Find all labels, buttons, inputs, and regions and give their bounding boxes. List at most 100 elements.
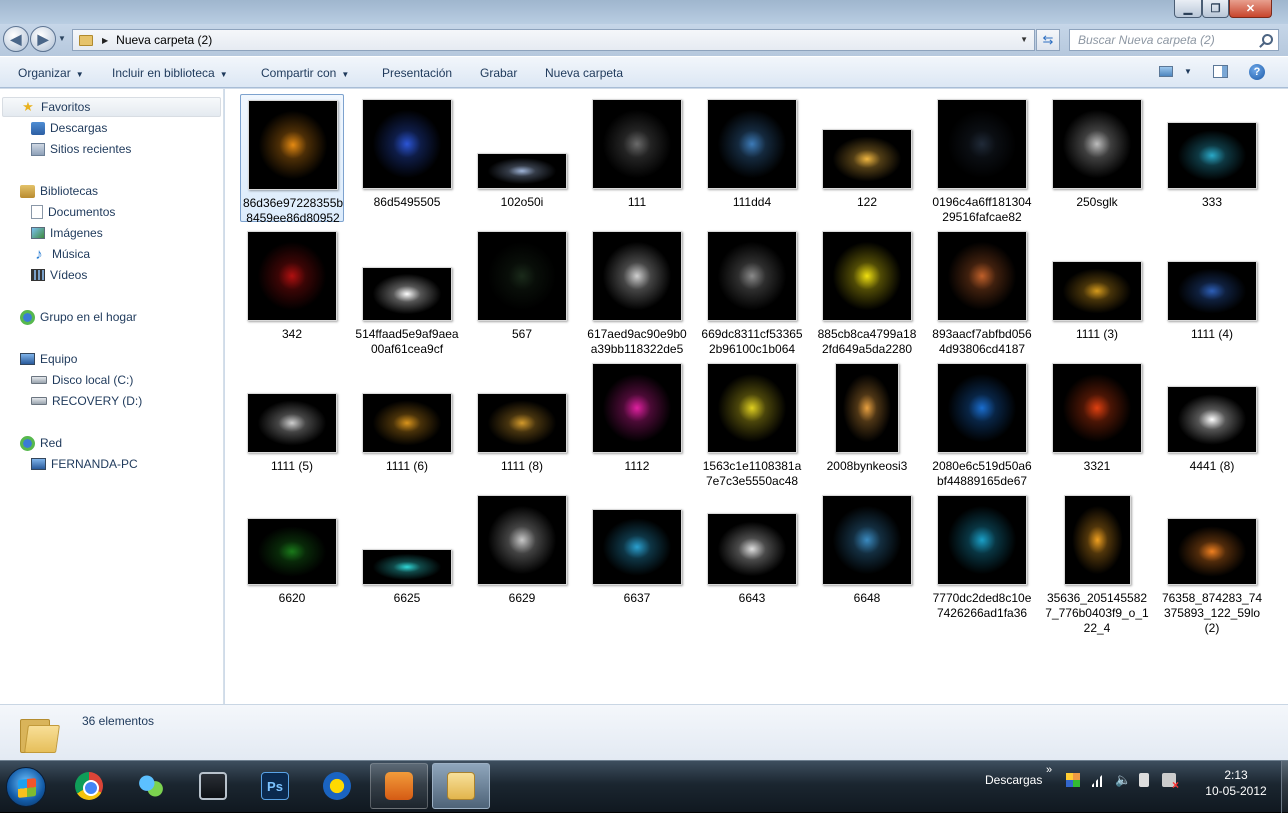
file-item[interactable]: 6620	[240, 490, 344, 618]
file-item[interactable]: 250sglk	[1045, 94, 1149, 222]
file-item[interactable]: 111	[585, 94, 689, 222]
network-disconnected-icon[interactable]	[1162, 773, 1179, 792]
thumbnail-image	[593, 232, 681, 320]
chevron-down-icon: ▼	[341, 70, 350, 79]
file-item[interactable]: 1111 (4)	[1160, 226, 1264, 354]
recent-pages-dropdown[interactable]: ▼	[58, 34, 66, 43]
file-item[interactable]: 885cb8ca4799a182fd649a5da2280	[815, 226, 919, 356]
file-item[interactable]: 1112	[585, 358, 689, 486]
file-item[interactable]: 1111 (3)	[1045, 226, 1149, 354]
file-item[interactable]: 333	[1160, 94, 1264, 222]
maximize-button[interactable]: ❐	[1202, 0, 1229, 18]
speaker-icon[interactable]: 🔈	[1115, 773, 1131, 787]
file-name: 1563c1e1108381a7e7c3e5550ac48	[702, 459, 802, 488]
minimize-button[interactable]: ▁	[1174, 0, 1202, 18]
new-folder-button[interactable]: Nueva carpeta	[545, 66, 623, 80]
file-item[interactable]: 6625	[355, 490, 459, 618]
file-item[interactable]: 7770dc2ded8c10e7426266ad1fa36	[930, 490, 1034, 620]
sidebar-item-recovery[interactable]: RECOVERY (D:)	[31, 391, 142, 411]
refresh-button[interactable]: ⇆	[1036, 29, 1060, 51]
usb-device-icon[interactable]	[1139, 773, 1149, 787]
help-icon[interactable]: ?	[1249, 64, 1265, 80]
refresh-icon: ⇆	[1042, 32, 1054, 47]
file-item[interactable]: 342	[240, 226, 344, 354]
sidebar-item-images[interactable]: Imágenes	[31, 223, 103, 243]
back-button[interactable]: ◀	[3, 26, 29, 52]
taskbar-avira[interactable]	[308, 763, 366, 809]
file-item[interactable]: 514ffaad5e9af9aea00af61cea9cf	[355, 226, 459, 356]
tray-downloads-label[interactable]: Descargas	[985, 773, 1042, 787]
organize-button[interactable]: Organizar ▼	[18, 66, 84, 80]
thumbnail-image	[708, 364, 796, 452]
file-item[interactable]: 76358_874283_74375893_122_59lo (2)	[1160, 490, 1264, 635]
organize-label: Organizar	[18, 66, 71, 80]
file-item[interactable]: 122	[815, 94, 919, 222]
file-item[interactable]: 2008bynkeosi3	[815, 358, 919, 486]
file-thumbnail	[822, 129, 912, 189]
system-clock[interactable]: 2:13 10-05-2012	[1196, 767, 1276, 799]
libraries-icon	[20, 184, 35, 198]
include-library-button[interactable]: Incluir en biblioteca ▼	[112, 66, 228, 80]
file-item[interactable]: 86d5495505	[355, 94, 459, 222]
taskbar-resource-monitor[interactable]	[184, 763, 242, 809]
file-item[interactable]: 6643	[700, 490, 804, 618]
address-bar[interactable]: ▶ Nueva carpeta (2) ▼	[72, 29, 1035, 51]
file-item[interactable]: 567	[470, 226, 574, 354]
show-desktop-button[interactable]	[1281, 761, 1288, 813]
file-item[interactable]: 35636_2051455827_776b0403f9_o_122_4	[1045, 490, 1149, 635]
file-item[interactable]: 2080e6c519d50a6bf44889165de67	[930, 358, 1034, 488]
file-name: 1111 (5)	[270, 459, 314, 473]
sidebar-item-local-disk[interactable]: Disco local (C:)	[31, 370, 133, 390]
file-item[interactable]: 1111 (5)	[240, 358, 344, 486]
file-item[interactable]: 6648	[815, 490, 919, 618]
color-flag-icon[interactable]	[1066, 773, 1080, 787]
file-item[interactable]: 6637	[585, 490, 689, 618]
preview-pane-icon[interactable]	[1213, 65, 1228, 78]
sidebar-item-network[interactable]: Red	[20, 433, 62, 453]
burn-button[interactable]: Grabar	[480, 66, 517, 80]
breadcrumb-arrow-icon[interactable]: ▶	[102, 36, 108, 45]
file-item[interactable]: 111dd4	[700, 94, 804, 222]
start-button[interactable]	[6, 767, 46, 807]
view-options-dropdown-icon[interactable]: ▼	[1184, 67, 1192, 76]
file-item[interactable]: 1111 (6)	[355, 358, 459, 486]
file-item[interactable]: 86d36e97228355b8459ee86d80952	[240, 94, 344, 225]
taskbar-explorer[interactable]	[432, 763, 490, 809]
sidebar-item-favorites[interactable]: ★ Favoritos	[2, 97, 221, 117]
sidebar-item-downloads[interactable]: Descargas	[31, 118, 107, 138]
taskbar-messenger[interactable]	[122, 763, 180, 809]
file-item[interactable]: 102o50i	[470, 94, 574, 222]
sidebar-item-computer[interactable]: Equipo	[20, 349, 77, 369]
sidebar-item-documents[interactable]: Documentos	[31, 202, 115, 222]
file-item[interactable]: 669dc8311cf533652b96100c1b064	[700, 226, 804, 356]
sidebar-item-homegroup[interactable]: Grupo en el hogar	[20, 307, 137, 327]
sidebar-item-videos[interactable]: Vídeos	[31, 265, 87, 285]
file-item[interactable]: 4441 (8)	[1160, 358, 1264, 486]
sidebar-item-recent[interactable]: Sitios recientes	[31, 139, 131, 159]
search-input[interactable]: Buscar Nueva carpeta (2)	[1069, 29, 1279, 51]
address-dropdown-icon[interactable]: ▼	[1020, 35, 1028, 44]
taskbar-chrome[interactable]	[60, 763, 118, 809]
taskbar-photoshop[interactable]: Ps	[246, 763, 304, 809]
file-item[interactable]: 0196c4a6ff18130429516fafcae82	[930, 94, 1034, 224]
file-thumbnail	[362, 549, 452, 585]
share-button[interactable]: Compartir con ▼	[261, 66, 349, 80]
change-view-icon[interactable]	[1159, 66, 1173, 77]
signal-bars-icon[interactable]	[1090, 773, 1104, 787]
close-button[interactable]: ✕	[1229, 0, 1272, 18]
taskbar-media-player[interactable]	[370, 763, 428, 809]
file-item[interactable]: 1563c1e1108381a7e7c3e5550ac48	[700, 358, 804, 488]
breadcrumb-current-folder[interactable]: Nueva carpeta (2)	[116, 33, 212, 47]
file-item[interactable]: 3321	[1045, 358, 1149, 486]
file-item[interactable]: 893aacf7abfbd0564d93806cd4187	[930, 226, 1034, 356]
search-icon[interactable]	[1262, 34, 1273, 45]
sidebar-item-fernanda-pc[interactable]: FERNANDA-PC	[31, 454, 138, 474]
file-item[interactable]: 617aed9ac90e9b0a39bb118322de5	[585, 226, 689, 356]
sidebar-item-libraries[interactable]: Bibliotecas	[20, 181, 98, 201]
show-hidden-icons-chevron-icon[interactable]: »	[1046, 764, 1052, 776]
sidebar-item-music[interactable]: ♪ Música	[31, 244, 90, 264]
slideshow-button[interactable]: Presentación	[382, 66, 452, 80]
file-item[interactable]: 1111 (8)	[470, 358, 574, 486]
file-item[interactable]: 6629	[470, 490, 574, 618]
forward-button[interactable]: ▶	[30, 26, 56, 52]
